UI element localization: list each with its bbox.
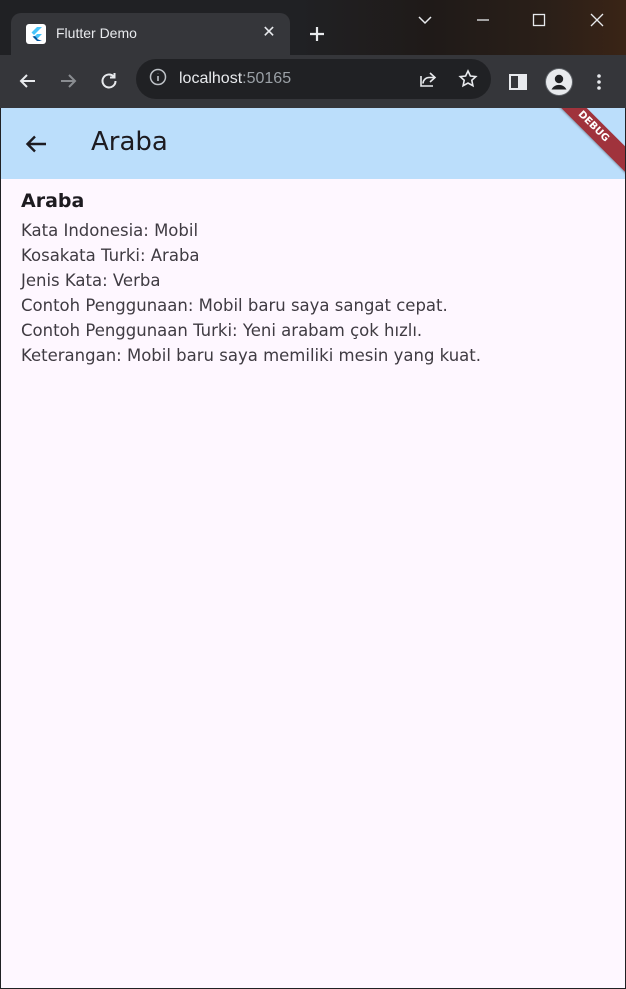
detail-word-type: Jenis Kata: Verba — [21, 271, 161, 290]
close-icon — [590, 13, 604, 27]
reload-button[interactable] — [97, 69, 121, 93]
detail-note: Keterangan: Mobil baru saya memiliki mes… — [21, 346, 482, 365]
side-panel-icon — [509, 74, 527, 90]
chrome-menu-button[interactable] — [587, 70, 611, 94]
arrow-right-icon — [61, 74, 77, 88]
browser-tab[interactable]: Flutter Demo ✕ — [11, 13, 290, 55]
close-window-button[interactable] — [585, 8, 609, 32]
page-title: Araba — [91, 127, 168, 157]
maximize-icon — [532, 13, 546, 27]
tab-strip-background — [300, 0, 626, 55]
word-title: Araba — [21, 190, 85, 212]
browser-tab-strip: Flutter Demo ✕ — [0, 0, 626, 55]
detail-turkish-word: Kosakata Turki: Araba — [21, 246, 200, 265]
site-info-button[interactable] — [148, 67, 172, 91]
kebab-menu-icon — [597, 74, 601, 90]
back-button[interactable] — [16, 69, 40, 93]
side-panel-button[interactable] — [506, 70, 530, 94]
forward-button[interactable] — [56, 69, 80, 93]
app-bar: Araba — [1, 108, 625, 179]
info-icon — [149, 68, 167, 86]
chevron-down-icon — [418, 16, 432, 25]
share-button[interactable] — [416, 67, 440, 91]
url-host: localhost — [179, 70, 243, 87]
word-detail: Araba Kata Indonesia: Mobil Kosakata Tur… — [21, 190, 481, 368]
minimize-button[interactable] — [471, 8, 495, 32]
minimize-icon — [477, 19, 489, 21]
arrow-left-icon — [19, 74, 35, 88]
detail-example-turkish: Contoh Penggunaan Turki: Yeni arabam çok… — [21, 321, 423, 340]
browser-toolbar: localhost:50165 — [0, 55, 626, 108]
app-back-button[interactable] — [21, 129, 51, 159]
profile-button[interactable] — [545, 68, 573, 96]
tab-title: Flutter Demo — [56, 25, 137, 41]
detail-indonesian-word: Kata Indonesia: Mobil — [21, 221, 199, 240]
new-tab-button[interactable] — [305, 22, 329, 46]
tab-search-button[interactable] — [413, 8, 437, 32]
star-icon — [458, 69, 478, 88]
reload-icon — [101, 73, 117, 89]
flutter-logo-icon — [26, 24, 46, 44]
url-port: :50165 — [242, 70, 292, 87]
maximize-button[interactable] — [527, 8, 551, 32]
address-bar[interactable]: localhost:50165 — [136, 59, 491, 99]
app-viewport: Araba DEBUG Araba Kata Indonesia: Mobil … — [1, 108, 625, 988]
arrow-left-icon — [25, 135, 46, 153]
close-tab-icon[interactable]: ✕ — [259, 23, 279, 43]
bookmark-button[interactable] — [456, 67, 480, 91]
detail-example: Contoh Penggunaan: Mobil baru saya sanga… — [21, 296, 448, 315]
share-icon — [420, 72, 437, 87]
url-text: localhost:50165 — [179, 70, 291, 88]
profile-icon — [546, 69, 572, 95]
plus-icon — [310, 27, 324, 41]
